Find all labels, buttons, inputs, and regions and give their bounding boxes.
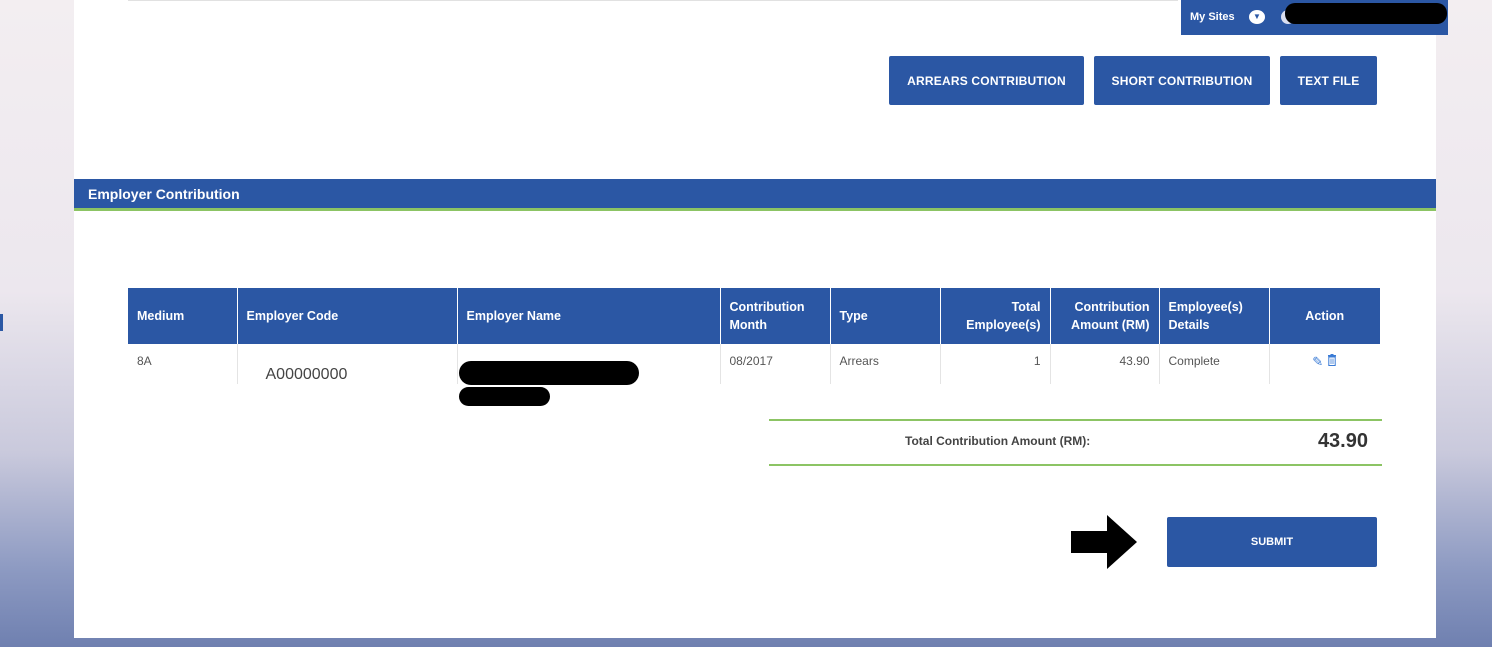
submit-button[interactable]: SUBMIT: [1167, 517, 1377, 567]
left-edge-marker: [0, 314, 3, 331]
table-row: 8A A00000000 08/2017 Arrears 1 43.90 Com…: [128, 344, 1380, 384]
column-header-employer-name[interactable]: Employer Name: [457, 288, 721, 344]
column-header-total-employees[interactable]: Total Employee(s): [940, 288, 1051, 344]
redacted-username: [1285, 3, 1447, 24]
section-title: Employer Contribution: [88, 186, 240, 202]
cell-type: Arrears: [830, 344, 941, 384]
table-header-row: Medium Employer Code Employer Name Contr…: [128, 288, 1380, 344]
cell-contribution-amount: 43.90: [1050, 344, 1160, 384]
column-header-contribution-amount[interactable]: Contribution Amount (RM): [1050, 288, 1160, 344]
chevron-down-icon[interactable]: ▼: [1249, 10, 1265, 24]
cell-action: ✎: [1269, 344, 1380, 384]
arrow-right-icon: [1071, 515, 1137, 569]
column-header-contribution-month[interactable]: Contribution Month: [720, 288, 831, 344]
cell-contribution-month: 08/2017: [720, 344, 831, 384]
my-sites-link[interactable]: My Sites: [1190, 11, 1235, 23]
text-file-button[interactable]: TEXT FILE: [1280, 56, 1377, 105]
redacted-employer-name: [459, 361, 639, 385]
total-value: 43.90: [1317, 430, 1368, 452]
cell-employee-details: Complete: [1159, 344, 1270, 384]
cell-employer-code: A00000000: [237, 344, 458, 384]
column-header-action: Action: [1269, 288, 1380, 344]
arrears-contribution-button[interactable]: ARREARS CONTRIBUTION: [889, 56, 1084, 105]
column-header-medium[interactable]: Medium: [128, 288, 238, 344]
delete-icon[interactable]: [1327, 354, 1337, 369]
redacted-employer-name-line2: [459, 387, 550, 406]
total-contribution-summary: Total Contribution Amount (RM): 43.90: [769, 419, 1382, 466]
top-user-bar: My Sites ▼: [1181, 0, 1448, 35]
cell-total-employees: 1: [940, 344, 1051, 384]
contribution-table: Medium Employer Code Employer Name Contr…: [128, 288, 1380, 384]
column-header-employer-code[interactable]: Employer Code: [237, 288, 458, 344]
column-header-type[interactable]: Type: [830, 288, 941, 344]
short-contribution-button[interactable]: SHORT CONTRIBUTION: [1094, 56, 1270, 105]
total-label: Total Contribution Amount (RM):: [905, 434, 1091, 448]
column-header-employee-details[interactable]: Employee(s) Details: [1159, 288, 1270, 344]
cell-medium: 8A: [128, 344, 238, 384]
top-divider: [128, 0, 1178, 1]
section-header: Employer Contribution: [74, 179, 1436, 211]
edit-icon[interactable]: ✎: [1312, 354, 1323, 370]
